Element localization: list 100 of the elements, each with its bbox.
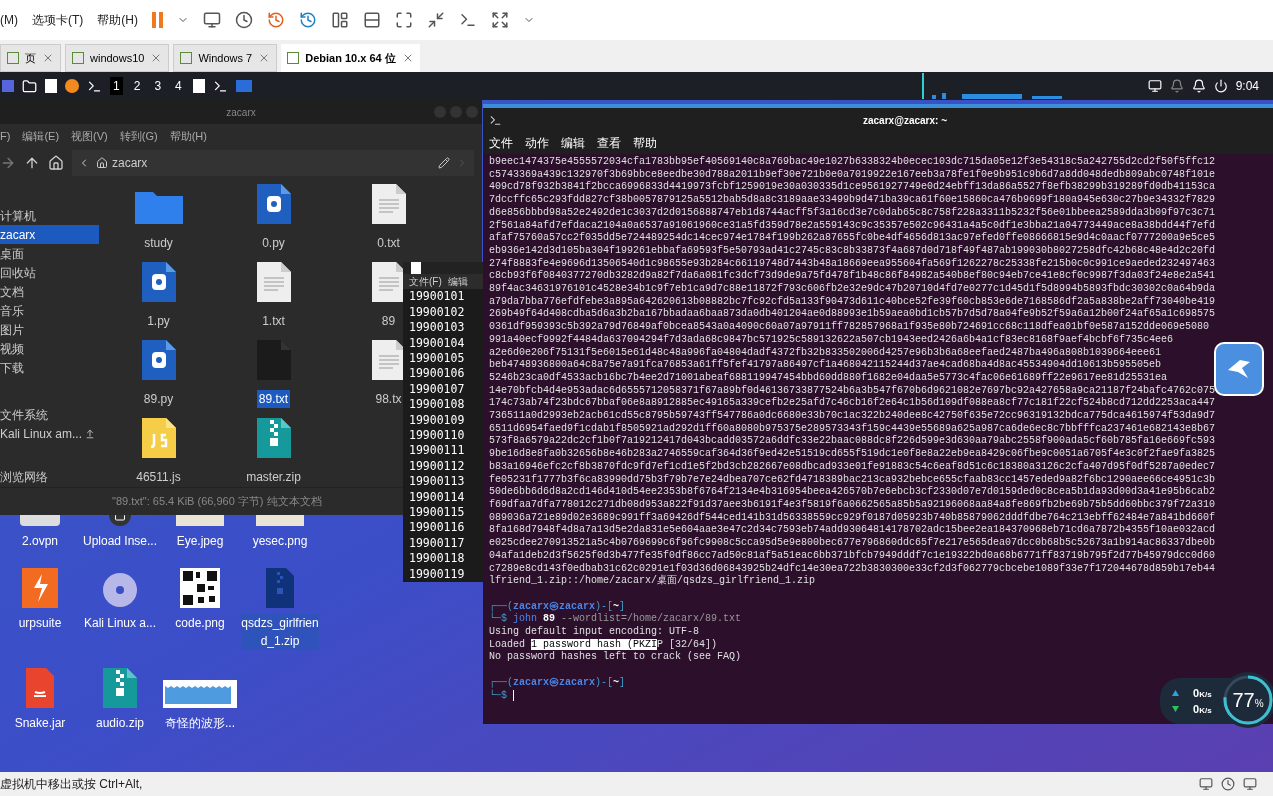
desktop-icon-label[interactable]: Snake.jar [1,714,79,732]
desktop-icon-label[interactable]: Kali Linux a... [81,614,159,632]
forward-icon[interactable] [0,155,16,171]
monitor-icon[interactable] [203,11,221,29]
file-name[interactable]: 46511.js [134,468,183,486]
text-cursor [513,689,515,701]
browser-icon[interactable] [65,79,79,93]
sidebar-item[interactable]: 文档 [0,282,99,302]
bird-app-icon[interactable] [1214,342,1264,396]
text-line: 19900117 [409,535,466,552]
workspace-button[interactable]: 4 [172,77,185,95]
bell-icon[interactable] [1191,79,1206,93]
desktop-icon-label[interactable]: urpsuite [1,614,79,632]
menu-item[interactable]: 编辑(E) [22,127,60,145]
folder-icon[interactable] [22,78,37,94]
file-name[interactable]: 1.txt [260,312,287,330]
sidebar-item[interactable]: 图片 [0,320,99,340]
menu-item[interactable]: 帮助(H) [97,11,138,29]
file-name[interactable]: 1.py [145,312,172,330]
desktop-icon-label[interactable]: 2.ovpn [1,532,79,550]
sidebar-item[interactable]: 视频 [0,339,99,359]
menu-item[interactable]: 转到(G) [119,127,158,145]
file-name[interactable]: 98.tx [373,390,404,408]
upload-speed: 0K/s [1193,685,1212,701]
vm-tab[interactable]: Windows 7 [173,44,278,72]
layout-icon[interactable] [363,11,381,29]
terminal-output-line: b83a16946efc2cf8b3870fdc9fd7ef1cd1e5f2bd3cb282667e08dbcad933e01fe91883c54c6eaf8d51c6c18380a3126c2cfa407d95f0df5287a0edec7 [489,460,1217,474]
network-icon[interactable] [1243,777,1257,791]
file-name[interactable]: master.zip [244,468,303,486]
history-icon[interactable] [299,11,317,29]
file-name[interactable]: 0.txt [375,234,402,252]
sidebar-item[interactable]: 计算机 [0,206,99,226]
file-name[interactable]: 89.py [141,390,176,408]
terminal-icon[interactable] [87,78,102,94]
sidebar-item[interactable]: zacarx [0,225,99,245]
menu-item[interactable]: 帮助(H) [169,127,207,145]
terminal-output-line: fe05231f1777b3f6ca83990dd75b3f79b7e7e24dbea707ce62fd4718389bac213ca932bebce655cfaab83cc1457eded9a82f6bc1290aee66ce4951c3b [489,473,1217,486]
history-icon[interactable] [267,11,285,29]
sidebar-item[interactable]: 回收站 [0,263,99,283]
menu-item[interactable]: 视图(V) [71,127,108,145]
sidebar-item[interactable]: 桌面 [0,244,99,264]
power-icon[interactable] [1213,79,1228,93]
vm-tab[interactable]: windows10 [65,44,170,72]
device-icon[interactable] [1199,777,1213,791]
menu-item[interactable]: (M) [0,11,18,29]
workspace-button[interactable]: 1 [110,77,123,95]
menu-item[interactable]: 查看 [597,134,621,152]
menu-item[interactable]: 动作 [525,134,549,152]
prompt-symbol: └─$ [489,689,507,703]
python-file-icon [256,184,291,224]
console-icon[interactable] [459,11,477,29]
clock-icon[interactable] [235,11,253,29]
vm-tab[interactable]: 页 [0,44,61,72]
sidebar-item[interactable]: 文件系统 [0,405,99,425]
menu-item[interactable]: 选项卡(T) [32,11,84,29]
menu-item[interactable]: 帮助 [633,134,657,152]
usage-ring [1222,674,1273,726]
tab-label: Debian 10.x 64 位 [305,50,396,66]
menu-item[interactable]: 文件(F) [409,274,442,290]
sidebar-item[interactable]: 浏览网络 [0,467,99,487]
menu-item[interactable]: 编辑 [447,274,468,290]
desktop-icon-label[interactable]: Upload Inse... [81,532,159,550]
pause-icon[interactable] [152,12,163,28]
vm-tab[interactable]: Debian 10.x 64 位 [281,44,420,72]
sidebar-item[interactable]: 下载 [0,358,99,378]
app-icon[interactable] [235,80,252,92]
sidebar-item[interactable]: 音乐 [0,301,99,321]
file-name[interactable]: 89 [379,312,398,330]
workspace-button[interactable]: 2 [130,77,144,95]
workspace-button[interactable]: 3 [151,77,165,95]
fullscreen-icon[interactable] [395,11,413,29]
terminal-output-line: 14e70bfcb4d4e953adac6d6555712058371f67a89bf0d46136733877524b6a3b547f670b6d9621082e7697bc92a427658a9ca21187f24bafc4762c075 [489,384,1217,397]
terminal-output-line: 8fa168d7948f4d8a7a13d5e2da831e5e604aae3e47c2d34c7593eb74add93064814178702adc15bee2ea184370968eb71cd6a7872b4355f10ae032acd [489,524,1217,537]
bell-muted-icon[interactable] [1169,79,1184,93]
desktop-icon-label[interactable]: code.png [161,614,239,632]
up-icon[interactable] [24,155,40,171]
menu-item[interactable]: 文件 [489,134,513,152]
monitor-icon[interactable] [1147,79,1162,93]
device-icon[interactable] [1221,777,1235,791]
expand-icon[interactable] [491,11,509,29]
sidebar-item[interactable]: Kali Linux am... [0,424,99,444]
eject-icon[interactable] [85,429,95,440]
desktop-icon-label[interactable]: Eye.jpeg [161,532,239,550]
terminal-icon[interactable] [212,78,228,94]
file-name[interactable]: 89.txt [256,390,291,408]
menu-item[interactable]: F) [0,127,11,145]
desktop-icon-label[interactable]: audio.zip [81,714,159,732]
desktop-icon-label[interactable]: 奇怪的波形... [161,714,239,732]
close-icon[interactable] [42,52,54,64]
desktop-icon-label[interactable]: yesec.png [241,532,319,550]
path-segment[interactable]: zacarx [96,154,148,172]
home-icon[interactable] [48,155,64,171]
file-name[interactable]: 0.py [260,234,287,252]
desktop-icon-label[interactable]: qsdzs_girlfriend_1.zip [241,614,319,650]
edit-icon[interactable] [438,157,450,169]
file-name[interactable]: study [142,234,175,252]
terminal-output-line: Using default input encoding: UTF-8 [489,626,701,639]
menu-item[interactable]: 编辑 [561,134,585,152]
layout-icon[interactable] [331,11,349,29]
terminal-output-line: f69dfaa7dfa778012c271db08d953a822f91d37aee3b6191f4e3f5819f6a0662565a85b5a92196068aa84a8fe869fb2be69b75b5dd60bbc379f72a310 [489,499,1217,512]
